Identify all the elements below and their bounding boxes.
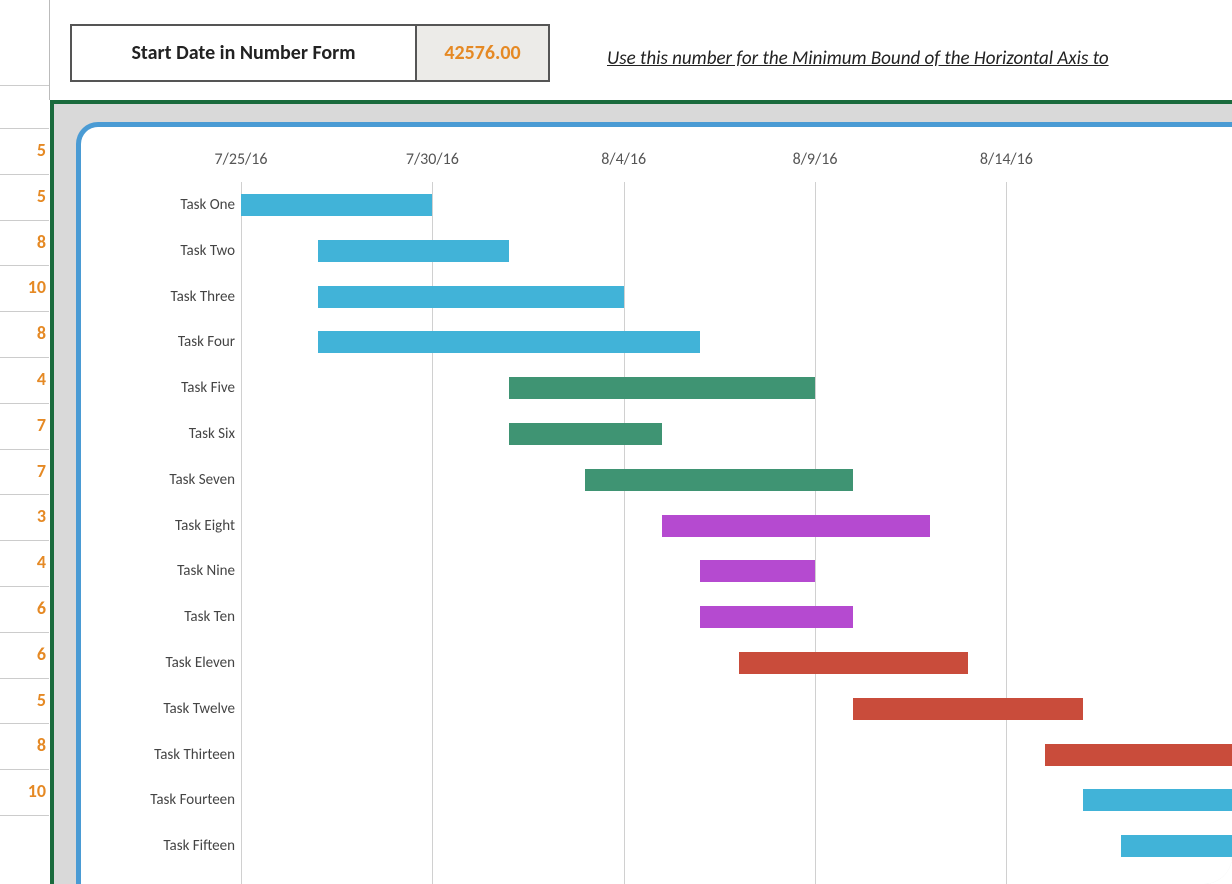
gantt-bar[interactable] [509,423,662,445]
gantt-bar[interactable] [739,652,969,674]
gantt-bar[interactable] [318,331,701,353]
row-value[interactable]: 4 [6,540,46,585]
row-value[interactable]: 5 [6,128,46,173]
row-divider [0,85,49,86]
y-tick-label: Task Fifteen [85,835,235,857]
gridline [624,182,625,884]
x-tick-label: 8/9/16 [770,150,860,169]
header: Start Date in Number Form 42576.00 Use t… [62,12,1232,92]
row-value[interactable]: 5 [6,678,46,723]
gantt-bar[interactable] [1121,835,1232,857]
start-date-label-cell: Start Date in Number Form [70,24,415,82]
row-value[interactable]: 6 [6,632,46,677]
chart-container-outer: Task One Task Two Task Three Task Four Task … [50,100,1232,884]
x-tick-label: 8/14/16 [961,150,1051,169]
gantt-bar[interactable] [509,377,815,399]
row-value[interactable]: 8 [6,311,46,356]
hint-text: Use this number for the Minimum Bound of… [607,47,1109,70]
row-number-column: 55810847734665810 [0,0,50,884]
y-tick-label: Task Eight [85,515,235,537]
row-value[interactable]: 7 [6,449,46,494]
gantt-bar[interactable] [700,606,853,628]
y-tick-label: Task Two [85,240,235,262]
y-tick-label: Task Twelve [85,698,235,720]
row-value[interactable]: 6 [6,586,46,631]
gantt-bar[interactable] [1045,744,1232,766]
x-tick-label: 8/4/16 [579,150,669,169]
y-tick-label: Task Seven [85,469,235,491]
row-value[interactable]: 8 [6,220,46,265]
start-date-value-cell[interactable]: 42576.00 [415,24,550,82]
row-divider [0,128,49,129]
gantt-bar[interactable] [662,515,930,537]
gantt-chart[interactable]: Task One Task Two Task Three Task Four Task … [76,122,1232,884]
y-tick-label: Task Five [85,377,235,399]
gridline [241,182,242,884]
y-tick-label: Task Four [85,331,235,353]
gantt-bar[interactable] [1083,789,1232,811]
row-value[interactable]: 8 [6,723,46,768]
y-tick-label: Task Ten [85,606,235,628]
y-tick-label: Task Nine [85,560,235,582]
gantt-bar[interactable] [318,240,509,262]
gantt-bar[interactable] [318,286,624,308]
y-tick-label: Task Eleven [85,652,235,674]
row-value[interactable]: 4 [6,357,46,402]
row-value[interactable]: 7 [6,403,46,448]
chart-y-labels: Task One Task Two Task Three Task Four Task … [76,122,241,884]
row-divider [0,815,49,816]
row-value[interactable]: 10 [6,769,46,814]
row-value[interactable]: 5 [6,174,46,219]
x-tick-label: 7/30/16 [387,150,477,169]
x-tick-label: 7/25/16 [196,150,286,169]
gantt-bar[interactable] [241,194,432,216]
y-tick-label: Task Thirteen [85,744,235,766]
gridline [1006,182,1007,884]
gantt-bar[interactable] [585,469,853,491]
gantt-bar[interactable] [700,560,815,582]
row-value[interactable]: 3 [6,494,46,539]
row-value[interactable]: 10 [6,265,46,310]
y-tick-label: Task Three [85,286,235,308]
y-tick-label: Task Fourteen [85,789,235,811]
gantt-bar[interactable] [853,698,1083,720]
y-tick-label: Task Six [85,423,235,445]
chart-plot-area: 7/25/167/30/168/4/168/9/168/14/16 [241,178,1232,884]
y-tick-label: Task One [85,194,235,216]
